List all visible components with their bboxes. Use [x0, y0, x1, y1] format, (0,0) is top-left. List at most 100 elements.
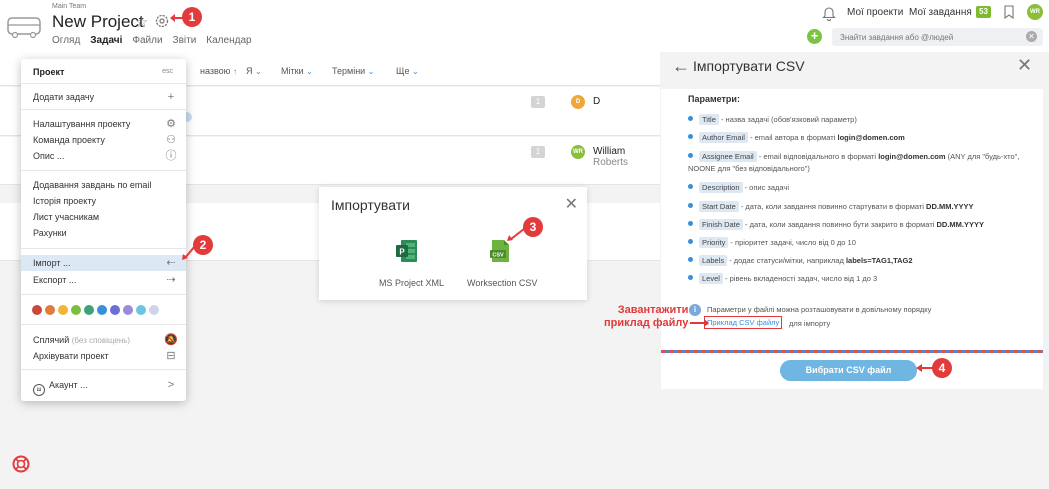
search-box: ✕ — [832, 28, 1043, 46]
csv-badge: CSV — [492, 252, 504, 258]
menu-item-email-tasks[interactable]: Додавання завдань по email — [33, 178, 178, 192]
param-text: - додає статуси/мітки, наприклад — [727, 256, 846, 265]
param-item: Priority - пріоритет задачі, число від 0… — [688, 237, 1038, 249]
archive-icon: ⊟ — [166, 350, 176, 362]
star-icon[interactable]: ☆ — [135, 13, 148, 31]
color-swatch-0[interactable] — [32, 305, 42, 315]
arrow-icon — [916, 364, 934, 372]
chevron-down-icon: ⌄ — [367, 67, 375, 76]
menu-item-label: Налаштування проекту — [33, 119, 131, 129]
param-tag: Start Date — [699, 201, 739, 212]
menu-item-note: (без сповіщень) — [71, 336, 131, 345]
ms-project-label[interactable]: MS Project XML — [379, 278, 444, 288]
param-item: Labels - додає статуси/мітки, наприклад … — [688, 255, 1038, 267]
arrow-icon — [182, 245, 196, 260]
user-avatar[interactable]: WR — [1027, 4, 1043, 20]
menu-item-history[interactable]: Історія проекту — [33, 194, 178, 208]
help-lifebuoy-icon[interactable] — [12, 455, 30, 473]
filter-label: Я — [246, 66, 253, 76]
color-swatch-2[interactable] — [58, 305, 68, 315]
assignee-surname: Roberts — [593, 157, 629, 168]
menu-item-export[interactable]: Експорт ... ⇢ — [33, 273, 178, 287]
param-format: DD.MM.YYYY — [936, 220, 985, 229]
example-csv-link[interactable]: Приклад CSV файлу — [704, 316, 783, 329]
sort-filter[interactable]: назвою ↑ — [200, 66, 237, 76]
csv-file-icon[interactable]: CSV — [489, 239, 511, 263]
tab-overview[interactable]: Огляд — [52, 35, 80, 46]
import-modal: Імпортувати ✕ P MS Project XML CSV Works… — [319, 187, 587, 300]
bell-off-icon: 🔕 — [164, 334, 178, 346]
menu-item-settings[interactable]: Налаштування проекту ⚙ — [33, 117, 178, 131]
tab-files[interactable]: Файли — [132, 35, 162, 46]
gear-icon: ⚙ — [166, 118, 176, 130]
param-item: Start Date - дата, коли завдання повинно… — [688, 201, 1038, 213]
param-format: labels=TAG1,TAG2 — [845, 256, 913, 265]
menu-item-import[interactable]: Імпорт ... ⇠ — [21, 255, 186, 271]
gear-icon[interactable] — [154, 13, 170, 29]
color-swatch-7[interactable] — [123, 305, 133, 315]
my-tasks-link[interactable]: Мої завдання — [909, 7, 972, 18]
color-swatch-1[interactable] — [45, 305, 55, 315]
ms-project-icon[interactable]: P — [396, 239, 418, 263]
param-tag: Level — [699, 273, 723, 284]
info-icon: ⓘ — [165, 150, 177, 162]
tab-tasks[interactable]: Задачі — [90, 35, 122, 46]
my-projects-link[interactable]: Мої проекти — [847, 7, 903, 18]
param-tag: Description — [699, 182, 743, 193]
filter-me[interactable]: Я ⌄ — [246, 66, 262, 76]
param-item: Title - назва задачі (обов'язковий парам… — [688, 114, 1038, 126]
task-assignee: William Roberts — [593, 146, 660, 168]
download-note: Завантажити приклад файлу — [604, 304, 688, 330]
bookmark-icon[interactable] — [1004, 5, 1014, 19]
menu-item-archive[interactable]: Архівувати проект ⊟ — [33, 349, 178, 363]
sort-arrow-icon: ↑ — [232, 67, 237, 76]
bell-icon[interactable] — [822, 5, 836, 21]
menu-esc-hint[interactable]: esc — [162, 68, 173, 75]
param-item: Description - опис задачі — [688, 182, 1038, 194]
menu-item-label: Акаунт ... — [49, 380, 88, 390]
account-icon: ш — [33, 384, 45, 396]
team-name[interactable]: Main Team — [52, 3, 86, 10]
bullet-icon — [688, 203, 693, 208]
menu-item-invoices[interactable]: Рахунки — [33, 226, 178, 240]
bullet-icon — [688, 275, 693, 280]
param-text: - опис задачі — [742, 183, 790, 192]
color-swatch-8[interactable] — [136, 305, 146, 315]
divider — [21, 248, 186, 249]
color-swatch-4[interactable] — [84, 305, 94, 315]
color-swatch-9[interactable] — [149, 305, 159, 315]
filter-deadlines[interactable]: Терміни ⌄ — [332, 66, 374, 76]
menu-item-team[interactable]: Команда проекту ⚇ — [33, 133, 178, 147]
divider — [21, 83, 186, 84]
back-arrow-icon[interactable]: ← — [672, 56, 690, 77]
task-assignee: D — [593, 96, 600, 107]
tab-calendar[interactable]: Календар — [206, 35, 251, 46]
choose-csv-button[interactable]: Вибрати CSV файл — [780, 360, 917, 381]
color-swatch-6[interactable] — [110, 305, 120, 315]
menu-item-sleeping[interactable]: Сплячий (без сповіщень) 🔕 — [33, 333, 178, 347]
import-modal-title: Імпортувати — [331, 197, 410, 213]
step-marker-1: 1 — [182, 7, 202, 27]
arrow-icon — [507, 228, 525, 241]
people-icon: ⚇ — [166, 134, 176, 146]
import-icon: ⇠ — [166, 257, 176, 269]
menu-item-add-task[interactable]: Додати задачу + — [33, 90, 178, 104]
filter-more[interactable]: Ще ⌄ — [396, 66, 419, 76]
clear-search-icon[interactable]: ✕ — [1026, 31, 1037, 42]
color-swatch-5[interactable] — [97, 305, 107, 315]
param-text: - email автора в форматі — [747, 133, 838, 142]
add-button[interactable]: + — [807, 29, 822, 44]
filter-labels[interactable]: Мітки ⌄ — [281, 66, 313, 76]
color-swatch-3[interactable] — [71, 305, 81, 315]
close-icon[interactable]: ✕ — [565, 194, 578, 214]
worksection-csv-label[interactable]: Worksection CSV — [467, 278, 537, 288]
bullet-icon — [688, 153, 693, 158]
search-input[interactable] — [832, 28, 1012, 46]
menu-item-description[interactable]: Опис ... ⓘ — [33, 149, 178, 163]
close-icon[interactable]: ✕ — [1017, 55, 1032, 76]
param-text: - дата, коли завдання повинно стартувати… — [738, 202, 927, 211]
tab-reports[interactable]: Звіти — [173, 35, 197, 46]
menu-item-letter[interactable]: Лист учасникам — [33, 210, 178, 224]
menu-item-account[interactable]: ш Акаунт ... > — [33, 378, 178, 396]
project-menu: Проект esc Додати задачу + Налаштування … — [21, 59, 186, 401]
